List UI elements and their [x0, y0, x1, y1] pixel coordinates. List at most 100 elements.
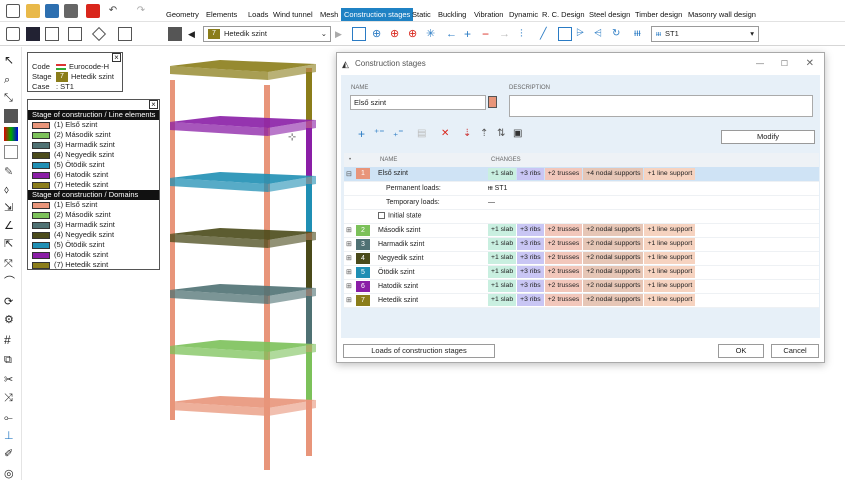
stage-row[interactable]: ⊞ 5 Ötödik szint +1 slab +3 ribs +2 trusse… [344, 265, 819, 280]
stripe-icon[interactable] [4, 145, 18, 159]
minimize-icon[interactable]: — [756, 53, 764, 75]
stage-add-icon[interactable] [352, 27, 366, 41]
plus-icon[interactable]: + [464, 27, 478, 41]
cancel-button[interactable]: Cancel [771, 344, 819, 358]
ribbon-tab-r-c-design[interactable]: R. C. Design [539, 8, 588, 21]
layer-icon[interactable]: ⧉ [4, 353, 18, 367]
reorder-icon[interactable]: ⇅ [497, 127, 505, 141]
modify-button[interactable]: Modify [721, 130, 815, 144]
stage-row[interactable]: ⊞ 6 Hatodik szint +1 slab +3 ribs +2 truss… [344, 279, 819, 294]
ribbon-tab-buckling[interactable]: Buckling [435, 8, 469, 21]
hash-icon[interactable]: # [4, 333, 18, 347]
ribbon-tab-construction-stages[interactable]: Construction stages [341, 8, 414, 21]
display-icon[interactable] [91, 26, 107, 42]
pointer-icon[interactable]: ↖ [4, 53, 18, 67]
stage-combo[interactable]: 7 Hetedik szint ⌄ [203, 26, 331, 42]
arc-icon[interactable]: ⌒ [4, 275, 18, 289]
minus-icon[interactable]: − [482, 27, 496, 41]
add-stage-icon[interactable]: + [358, 127, 365, 141]
save-icon[interactable] [45, 4, 59, 18]
surface-icon[interactable] [558, 27, 572, 41]
stage-tool-icon[interactable] [168, 27, 182, 41]
stage-color-picker[interactable] [488, 96, 497, 108]
delete-element-icon[interactable]: ⊕ [408, 27, 422, 41]
stage-row[interactable]: ⊞ 3 Harmadik szint +1 slab +3 ribs +2 trus… [344, 237, 819, 252]
copy-icon[interactable]: ▤ [417, 127, 426, 141]
ribbon-tab-elements[interactable]: Elements [203, 8, 240, 21]
stage-row[interactable]: ⊞ 7 Hetedik szint +1 slab +3 ribs +2 truss… [344, 293, 819, 308]
ruler-icon[interactable]: ⇲ [4, 201, 18, 215]
scissors-icon[interactable]: ✂ [4, 373, 18, 387]
close-icon[interactable]: × [112, 53, 121, 62]
rotate-icon[interactable]: ⟳ [4, 295, 18, 309]
close-icon[interactable]: ✕ [806, 53, 814, 75]
remove-element-icon[interactable]: ⊕ [390, 27, 404, 41]
gear-icon[interactable]: ⚙ [4, 313, 18, 327]
zoom-icon[interactable]: ⌕ [4, 73, 18, 87]
model-3d-view[interactable]: ⊹ [160, 50, 340, 475]
ribbon-tab-mesh[interactable]: Mesh [317, 8, 341, 21]
split-icon[interactable]: ⊕ [372, 27, 386, 41]
grid-icon[interactable] [45, 27, 59, 41]
ribbon-tab-loads[interactable]: Loads [245, 8, 271, 21]
expand-icon[interactable]: ⊞ [344, 223, 354, 238]
print-icon[interactable] [64, 4, 78, 18]
move-icon[interactable]: ⤨ [4, 391, 18, 405]
axes-icon[interactable]: ⤡ [4, 91, 18, 105]
measure-icon[interactable]: ⇱ [4, 237, 18, 251]
name-input[interactable]: Első szint [350, 95, 486, 110]
sort-down-icon[interactable]: ⇣ [463, 127, 471, 141]
prev-stage-icon[interactable]: ◀ [188, 27, 202, 41]
description-input[interactable] [509, 95, 813, 117]
arrow-right-icon[interactable]: → [499, 27, 513, 41]
eye-icon[interactable]: ◎ [4, 467, 18, 481]
line-icon[interactable]: ╱ [540, 27, 554, 41]
pdf-icon[interactable] [86, 4, 100, 18]
ribbon-tab-static[interactable]: Static [409, 8, 434, 21]
maximize-icon[interactable]: ☐ [781, 53, 788, 75]
filter-icon[interactable]: ⫶ [520, 27, 534, 41]
star-icon[interactable]: ✳ [426, 27, 440, 41]
stage-row[interactable]: ⊞ 4 Negyedik szint +1 slab +3 ribs +2 trus… [344, 251, 819, 266]
initial-state-checkbox[interactable] [378, 212, 385, 220]
layers-icon[interactable] [68, 27, 82, 41]
ok-button[interactable]: OK [718, 344, 764, 358]
brush-icon[interactable]: ✐ [4, 447, 18, 461]
load-case-combo[interactable]: ᵻᵻᵻ ST1 ▾ [651, 26, 759, 42]
expand-icon[interactable]: ⊞ [344, 237, 354, 252]
dimension-icon[interactable]: ⊥ [4, 429, 18, 443]
refresh-icon[interactable]: ↻ [612, 27, 626, 41]
load-case-icon[interactable]: ᵻᵻᵻ [634, 27, 648, 41]
expand-icon[interactable]: ⊞ [344, 265, 354, 280]
view-icon[interactable] [6, 27, 20, 41]
delete-icon[interactable]: ✕ [441, 127, 449, 141]
expand-icon[interactable]: ⊞ [344, 279, 354, 294]
axis-icon[interactable]: ⤧ [4, 257, 18, 271]
stage-row[interactable]: ⊞ 2 Második szint +1 slab +3 ribs +2 truss… [344, 223, 819, 238]
redo-icon[interactable]: ↷ [134, 4, 148, 18]
loads-of-stages-button[interactable]: Loads of construction stages [343, 344, 495, 358]
link-icon[interactable]: ⟜ [4, 411, 18, 425]
ribbon-tab-timber-design[interactable]: Timber design [632, 8, 685, 21]
ribbon-tab-wind-tunnel[interactable]: Wind tunnel [270, 8, 316, 21]
open-folder-icon[interactable] [26, 4, 40, 18]
shading-icon[interactable] [4, 109, 18, 123]
stage-row-selected[interactable]: ⊟ 1 Első szint +1 slab +3 ribs +2 trusses +… [344, 167, 819, 182]
expand-icon[interactable]: ⊞ [344, 251, 354, 266]
support-icon[interactable]: ⩥ [576, 27, 590, 41]
close-icon[interactable]: × [149, 100, 158, 109]
next-stage-icon[interactable]: ▶ [335, 27, 349, 41]
color-icon[interactable] [4, 127, 18, 141]
scale-icon[interactable] [26, 27, 40, 41]
append-stage-icon[interactable]: ₊⁼ [393, 127, 404, 141]
angle-icon[interactable]: ∠ [4, 219, 18, 233]
line-support-icon[interactable]: ⩤ [594, 27, 608, 41]
workplane-icon[interactable] [118, 27, 132, 41]
collapse-icon[interactable]: ⊟ [344, 167, 354, 182]
expand-icon[interactable]: ⊞ [344, 293, 354, 308]
new-file-icon[interactable] [6, 4, 20, 18]
sort-up-icon[interactable]: ⇡ [480, 127, 488, 141]
save-icon[interactable]: ▣ [513, 127, 522, 141]
ribbon-tab-geometry[interactable]: Geometry [163, 8, 202, 21]
ribbon-tab-dynamic[interactable]: Dynamic [506, 8, 541, 21]
